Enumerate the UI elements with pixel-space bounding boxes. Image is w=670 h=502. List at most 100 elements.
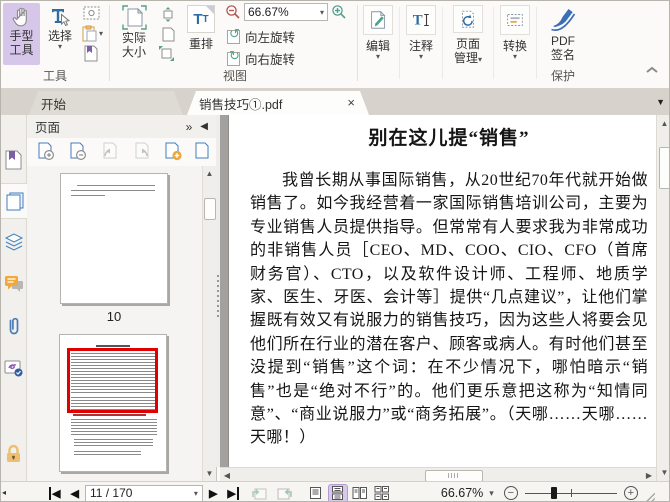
hand-tool-button[interactable]: 手型 工具 <box>3 3 40 65</box>
previous-page-button[interactable]: ◀ <box>70 487 78 500</box>
sidebar-item-security[interactable] <box>1 437 26 471</box>
actual-size-button[interactable]: 实际 大小 <box>114 3 154 65</box>
zoom-out-button[interactable]: − <box>503 486 518 500</box>
snapshot-icon <box>81 4 101 22</box>
zoom-level-value: 66.67% <box>248 5 289 19</box>
convert-button[interactable]: 转换 ▾ <box>496 3 534 65</box>
tab-document-label: 销售技巧①.pdf <box>199 97 283 112</box>
clipboard-button[interactable]: ▾ <box>79 24 103 42</box>
select-tool-button[interactable]: 选择 ▾ <box>43 3 77 65</box>
page-number-combobox[interactable]: 11 / 170 ▾ <box>84 484 203 501</box>
collapse-panel-strip-icon[interactable]: ◂ <box>2 488 6 497</box>
thumbnail-page-11[interactable] <box>59 334 167 472</box>
reflow-button[interactable]: TT 重排 <box>182 3 220 65</box>
rotate-page-right-button[interactable] <box>129 141 154 163</box>
last-page-button[interactable]: ▶ <box>227 486 239 500</box>
continuous-view-button[interactable] <box>327 483 348 501</box>
snapshot-button[interactable] <box>81 4 101 22</box>
sidebar-item-bookmarks[interactable] <box>1 143 26 177</box>
fit-page-button[interactable] <box>158 25 178 43</box>
zoom-in-button[interactable]: + <box>623 486 638 500</box>
document-page: 别在这儿提“销售” 我曾长期从事国际销售，从20世纪70年代就开始做销售了。如今… <box>229 115 656 467</box>
zoom-cluster: 66.67% ▾ <box>225 3 347 21</box>
delete-page-button[interactable] <box>191 141 216 163</box>
vertical-scrollbar[interactable]: ▲ ▼ <box>656 115 669 481</box>
scroll-down-icon[interactable]: ▼ <box>203 467 216 480</box>
zoom-slider[interactable] <box>524 486 617 500</box>
tab-list-dropdown-icon[interactable]: ▼ <box>656 97 665 107</box>
thumbnail-text-lines <box>71 190 155 193</box>
sidebar-item-comments[interactable] <box>1 267 26 301</box>
close-tab-icon[interactable]: × <box>345 97 357 109</box>
panel-collapse-icon[interactable]: ◀ <box>200 121 208 132</box>
window-resize-grip[interactable] <box>643 490 655 501</box>
rotate-right-button[interactable]: ↻ 向右旋转 <box>227 48 295 68</box>
thumbnail-zoom-out-button[interactable] <box>66 141 91 163</box>
statusbar-zoom-value[interactable]: 66.67% <box>441 486 483 500</box>
ribbon-divider <box>536 7 537 79</box>
fit-visible-button[interactable] <box>156 44 176 62</box>
viewport-indicator[interactable] <box>67 348 158 413</box>
scroll-down-icon[interactable]: ▼ <box>657 466 669 479</box>
thumbnail-text-lines <box>71 419 157 435</box>
single-page-view-button[interactable] <box>307 485 325 502</box>
comments-icon <box>4 275 24 293</box>
thumbnail-bold-line <box>73 414 146 416</box>
previous-view-button[interactable] <box>251 486 268 501</box>
thumbnail-text-lines <box>74 451 141 455</box>
thumbnail-scrollbar[interactable]: ▲ ▼ <box>202 166 216 481</box>
group-label-view: 视图 <box>222 69 247 83</box>
fit-page-icon <box>158 25 178 43</box>
actual-size-icon <box>121 4 148 31</box>
page-management-button[interactable]: 页面 管理▾ <box>445 3 491 65</box>
rotate-page-left-button[interactable] <box>98 141 123 163</box>
scroll-up-icon[interactable]: ▲ <box>657 117 669 130</box>
thumbnail-zoom-in-button[interactable] <box>34 141 59 163</box>
page-management-icon <box>453 5 483 33</box>
continuous-facing-view-button[interactable] <box>373 485 391 502</box>
panel-expand-icon[interactable]: » <box>186 120 193 134</box>
vertical-scrollbar-thumb[interactable] <box>659 147 669 189</box>
rotate-left-button[interactable]: ↺ 向左旋转 <box>227 26 295 46</box>
rotate-left-label: 向左旋转 <box>245 30 296 45</box>
scroll-right-icon[interactable]: ▶ <box>642 471 656 480</box>
rotate-right-label: 向右旋转 <box>245 52 296 67</box>
zoom-level-combobox[interactable]: 66.67% ▾ <box>244 3 328 21</box>
pdf-sign-button[interactable]: PDF 签名 <box>539 3 587 65</box>
document-viewer[interactable]: 别在这儿提“销售” 我曾长期从事国际销售，从20世纪70年代就开始做销售了。如今… <box>220 115 656 467</box>
scroll-left-icon[interactable]: ◀ <box>220 471 234 480</box>
thumbnail-scrollbar-thumb[interactable] <box>204 198 216 220</box>
sidebar-item-layers[interactable] <box>1 225 26 259</box>
sidebar-item-pages[interactable] <box>1 183 27 219</box>
scroll-up-icon[interactable]: ▲ <box>203 167 216 180</box>
sidebar-item-signatures[interactable] <box>1 351 26 385</box>
zoom-out-icon[interactable] <box>225 4 241 20</box>
comment-button[interactable]: T 注释 ▾ <box>402 3 440 65</box>
facing-view-button[interactable] <box>351 485 369 502</box>
insert-page-button[interactable] <box>161 141 186 163</box>
zoom-slider-knob[interactable] <box>550 487 557 499</box>
zoom-in-icon[interactable] <box>331 4 347 20</box>
zoom-dropdown-arrow-icon[interactable]: ▾ <box>489 488 494 497</box>
horizontal-scrollbar[interactable]: ◀ ▶ <box>220 467 656 482</box>
tab-start[interactable]: 开始 <box>29 91 183 115</box>
rotate-right-icon: ↻ <box>227 48 241 66</box>
collapse-ribbon-chevron-icon[interactable] <box>645 65 659 75</box>
next-view-button[interactable] <box>276 486 293 501</box>
zoom-slider-tick <box>570 489 573 497</box>
edit-button[interactable]: 编辑 ▾ <box>359 3 397 65</box>
bookmark-page-button[interactable] <box>81 44 101 62</box>
page-management-label2: 管理▾ <box>453 51 483 65</box>
thumbnail-title-line <box>96 345 130 347</box>
sidebar-item-attachments[interactable] <box>1 309 26 343</box>
splitter-grip <box>217 275 219 319</box>
first-page-button[interactable]: ◀ <box>49 486 60 500</box>
next-page-button[interactable]: ▶ <box>209 487 217 500</box>
actual-size-label: 实际 <box>121 31 146 45</box>
thumbnail-page-10[interactable] <box>60 173 168 304</box>
thumbnail-text-lines <box>71 195 105 198</box>
foxit-reader-window: 手型 工具 选择 ▾ ▾ 工具 实际 大小 T T 重排 66.67% ▾ ↺ … <box>0 0 670 502</box>
fit-width-button[interactable] <box>158 5 178 23</box>
tab-document[interactable]: 销售技巧①.pdf × <box>187 91 369 115</box>
reflow-icon: TT <box>187 5 215 33</box>
